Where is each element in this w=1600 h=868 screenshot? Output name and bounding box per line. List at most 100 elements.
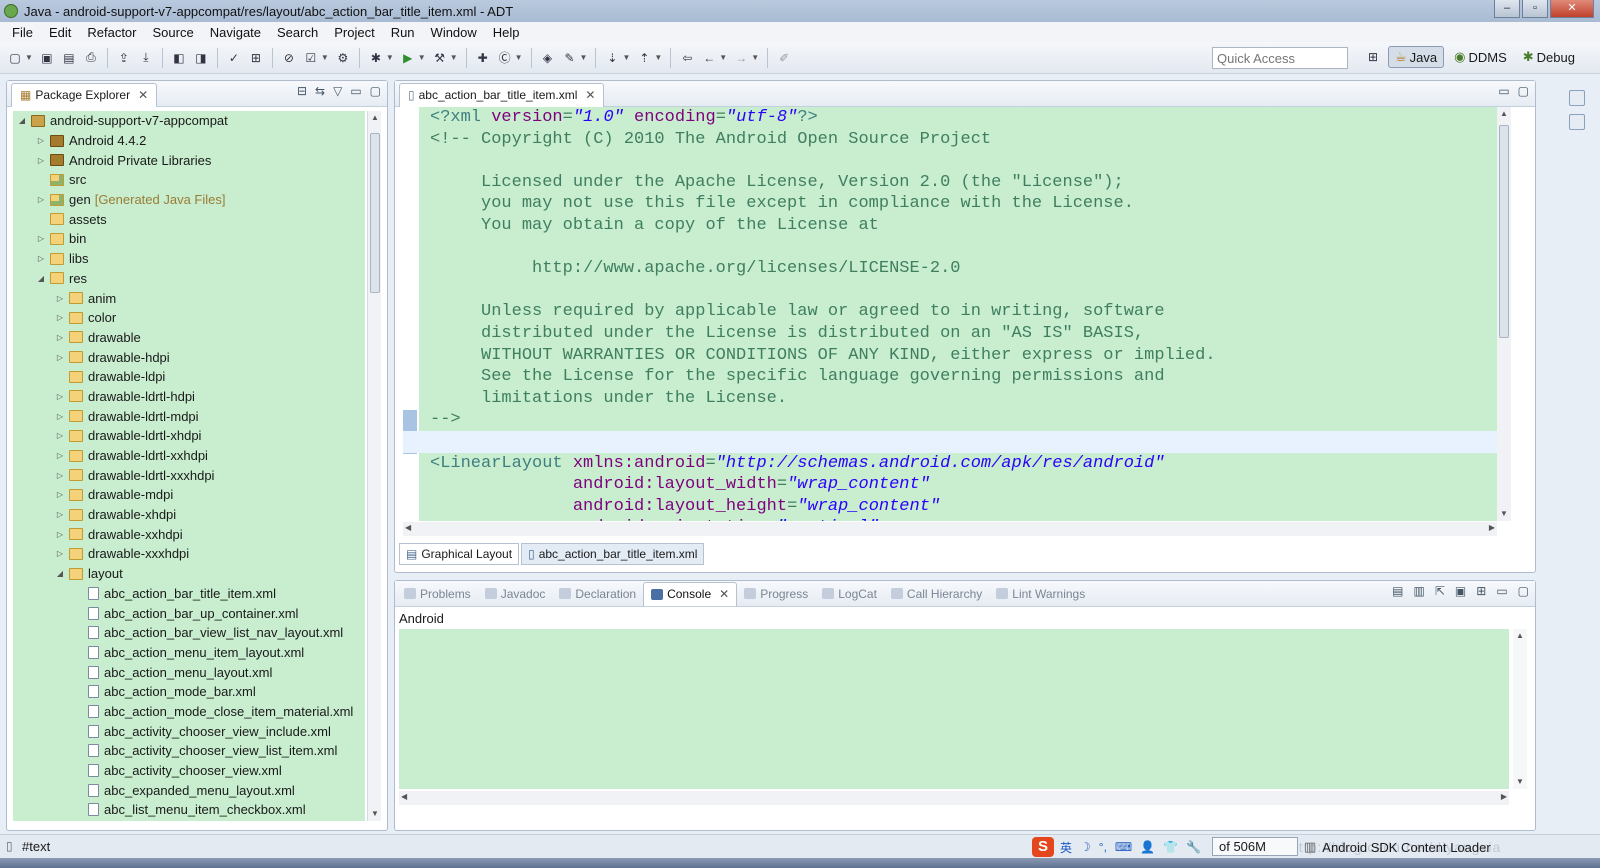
- link-with-editor-icon[interactable]: ⇆: [315, 84, 325, 98]
- view-menu-icon[interactable]: ▽: [333, 84, 342, 98]
- chevron-down-icon[interactable]: ▼: [450, 53, 458, 62]
- code-line[interactable]: -->: [430, 409, 1500, 431]
- tree-item[interactable]: ▷ anim: [13, 288, 365, 308]
- tree-item[interactable]: abc_action_bar_up_container.xml: [13, 603, 365, 623]
- expanded-arrow-icon[interactable]: ◢: [55, 569, 65, 578]
- menu-source[interactable]: Source: [145, 25, 202, 40]
- tree-item[interactable]: drawable-ldpi: [13, 367, 365, 387]
- tree-item[interactable]: ▷ drawable-xxxhdpi: [13, 544, 365, 564]
- chevron-down-icon[interactable]: ▼: [25, 53, 33, 62]
- menu-help[interactable]: Help: [485, 25, 528, 40]
- scroll-left-icon[interactable]: ◀: [405, 523, 411, 532]
- next-annotation-icon[interactable]: ⇣: [603, 49, 621, 67]
- minimize-icon[interactable]: –: [1494, 0, 1520, 18]
- menu-edit[interactable]: Edit: [41, 25, 79, 40]
- collapse-all-icon[interactable]: ⊟: [297, 84, 307, 98]
- ime-item[interactable]: 🔧: [1184, 840, 1203, 854]
- tree-item[interactable]: ▷ drawable-ldrtl-xxhdpi: [13, 446, 365, 466]
- tree-item[interactable]: abc_action_mode_close_item_material.xml: [13, 702, 365, 722]
- tree-item[interactable]: ▷ gen [Generated Java Files]: [13, 190, 365, 210]
- tree-item[interactable]: abc_action_bar_view_list_nav_layout.xml: [13, 623, 365, 643]
- maximize-view-icon[interactable]: ▢: [1518, 84, 1529, 98]
- code-line[interactable]: distributed under the License is distrib…: [430, 323, 1500, 345]
- tree-item[interactable]: ▷ libs: [13, 249, 365, 269]
- collapsed-arrow-icon[interactable]: ▷: [55, 392, 65, 401]
- collapsed-arrow-icon[interactable]: ▷: [36, 195, 46, 204]
- tree-item[interactable]: src: [13, 170, 365, 190]
- tree-item[interactable]: ▷ bin: [13, 229, 365, 249]
- maximize-view-icon[interactable]: ▢: [370, 84, 381, 98]
- perspective-java[interactable]: ☕ Java: [1388, 46, 1445, 68]
- tree-item[interactable]: abc_action_bar_title_item.xml: [13, 584, 365, 604]
- code-line[interactable]: You may obtain a copy of the License at: [430, 215, 1500, 237]
- collapsed-arrow-icon[interactable]: ▷: [55, 549, 65, 558]
- build-icon[interactable]: ⚙: [334, 49, 352, 67]
- tree-item[interactable]: ◢ android-support-v7-appcompat: [13, 111, 365, 131]
- editor-vertical-scrollbar[interactable]: ▲ ▼: [1497, 107, 1511, 521]
- tab-call-hierarchy[interactable]: Call Hierarchy: [884, 582, 989, 606]
- minimize-view-icon[interactable]: ▭: [1496, 584, 1507, 598]
- close-icon[interactable]: ✕: [719, 587, 729, 601]
- code-line[interactable]: android:layout_height="wrap_content": [430, 496, 1500, 518]
- code-line[interactable]: WITHOUT WARRANTIES OR CONDITIONS OF ANY …: [430, 345, 1500, 367]
- chevron-down-icon[interactable]: ▼: [321, 53, 329, 62]
- scroll-left-icon[interactable]: ◀: [401, 792, 407, 801]
- tree-item[interactable]: ◢ res: [13, 269, 365, 289]
- sogou-ime-logo-icon[interactable]: S: [1032, 837, 1054, 857]
- task-icon[interactable]: ☑: [302, 49, 320, 67]
- open-console-icon[interactable]: ⊞: [1476, 584, 1486, 598]
- scrollbar-thumb[interactable]: [1499, 125, 1509, 338]
- code-line[interactable]: [430, 150, 1500, 172]
- subtab-graphical-layout[interactable]: ▤ Graphical Layout: [399, 543, 520, 565]
- code-content[interactable]: <?xml version="1.0" encoding="utf-8"?> <!…: [403, 107, 1500, 521]
- tab-logcat[interactable]: LogCat: [815, 582, 884, 606]
- code-line[interactable]: <LinearLayout xmlns:android="http://sche…: [430, 453, 1500, 475]
- collapsed-arrow-icon[interactable]: ▷: [55, 510, 65, 519]
- collapsed-arrow-icon[interactable]: ▷: [55, 431, 65, 440]
- chevron-down-icon[interactable]: ▼: [580, 53, 588, 62]
- code-line[interactable]: Unless required by applicable law or agr…: [430, 301, 1500, 323]
- tree-item[interactable]: abc_action_menu_item_layout.xml: [13, 643, 365, 663]
- tree-item[interactable]: abc_activity_chooser_view.xml: [13, 761, 365, 781]
- chevron-down-icon[interactable]: ▼: [654, 53, 662, 62]
- maximize-icon[interactable]: ▫: [1522, 0, 1548, 18]
- ime-item[interactable]: 👕: [1161, 840, 1180, 854]
- tree-item[interactable]: abc_activity_chooser_view_include.xml: [13, 721, 365, 741]
- lint-icon[interactable]: ✓: [225, 49, 243, 67]
- display-console-icon[interactable]: ▣: [1455, 584, 1466, 598]
- tree-item[interactable]: ▷ Android 4.4.2: [13, 131, 365, 151]
- run-icon[interactable]: ▶: [399, 49, 417, 67]
- code-line[interactable]: android:layout_width="wrap_content": [430, 474, 1500, 496]
- new-java-package-icon[interactable]: ✚: [474, 49, 492, 67]
- scroll-up-icon[interactable]: ▲: [368, 111, 382, 125]
- tree-item[interactable]: abc_expanded_menu_layout.xml: [13, 780, 365, 800]
- chevron-down-icon[interactable]: ▼: [386, 53, 394, 62]
- tree-item[interactable]: ▷ drawable-ldrtl-xhdpi: [13, 426, 365, 446]
- tree-item[interactable]: ▷ color: [13, 308, 365, 328]
- tree-item[interactable]: ▷ drawable-xxhdpi: [13, 524, 365, 544]
- collapsed-arrow-icon[interactable]: ▷: [55, 412, 65, 421]
- clear-console-icon[interactable]: ▤: [1392, 584, 1403, 598]
- new-android-project-icon[interactable]: ⊞: [247, 49, 265, 67]
- background-task[interactable]: ▥ Android SDK Content Loader: [1304, 839, 1491, 855]
- tree-item[interactable]: ▷ drawable-mdpi: [13, 485, 365, 505]
- scroll-up-icon[interactable]: ▲: [1513, 629, 1527, 643]
- minimize-view-icon[interactable]: ▭: [350, 84, 361, 98]
- subtab-xml-source[interactable]: ▯ abc_action_bar_title_item.xml: [521, 543, 705, 565]
- code-line[interactable]: See the License for the specific languag…: [430, 366, 1500, 388]
- chevron-down-icon[interactable]: ▼: [719, 53, 727, 62]
- tab-javadoc[interactable]: Javadoc: [478, 582, 553, 606]
- outline-icon[interactable]: [1569, 114, 1585, 130]
- import-icon[interactable]: ⤓: [137, 49, 155, 67]
- export-icon[interactable]: ⇪: [115, 49, 133, 67]
- scroll-down-icon[interactable]: ▼: [1497, 507, 1511, 521]
- minimize-view-icon[interactable]: ▭: [1498, 84, 1509, 98]
- scroll-down-icon[interactable]: ▼: [1513, 775, 1527, 789]
- ime-item[interactable]: °,: [1097, 840, 1109, 854]
- perspective-ddms[interactable]: ◉ DDMS: [1448, 47, 1513, 67]
- collapsed-arrow-icon[interactable]: ▷: [55, 490, 65, 499]
- console-output[interactable]: [399, 629, 1509, 789]
- menu-search[interactable]: Search: [269, 25, 326, 40]
- close-icon[interactable]: ✕: [585, 88, 595, 102]
- close-window-icon[interactable]: ✕: [1550, 0, 1594, 18]
